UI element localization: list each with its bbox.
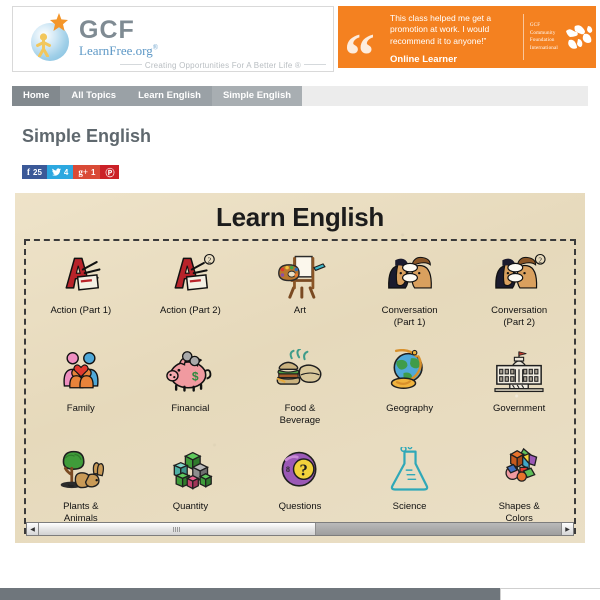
foundation-name: GCF Community Foundation International [530,22,558,52]
topic-tile-financial[interactable]: $ Financial [136,341,246,439]
scrollbar-thumb[interactable] [39,523,316,535]
promo-banner[interactable]: “ This class helped me get a promotion a… [338,6,596,68]
tile-label: Conversation (Part 1) [381,305,438,328]
share-twitter-button[interactable]: 4 [46,165,74,179]
foundation-line-4: International [529,45,558,51]
tile-label: Quantity [172,501,209,512]
shapes-colors-icon [490,443,548,499]
conversation-part2-icon: 2 [490,247,548,303]
googleplus-share-count: 1 [91,167,96,177]
government-building-icon [490,345,548,401]
topic-grid: Action (Part 1) 2 Action (Part 2) Art Co… [26,243,574,537]
facebook-share-count: 25 [33,167,42,177]
world-globe-icon [566,25,593,49]
food-beverage-icon [271,345,329,401]
card-heading: Learn English [215,202,385,232]
social-share-bar: f 25 4 g+ 1 Ⓟ [22,165,600,179]
scroll-right-arrow-icon[interactable]: ▶ [561,523,573,535]
topic-tile-conversation-part-1[interactable]: Conversation (Part 1) [355,243,465,341]
learn-english-card: Learn English Action (Part 1) 2 Action (… [15,193,585,543]
nav-item-all-topics[interactable]: All Topics [60,86,128,106]
registered-mark: ® [152,43,159,52]
tile-label: Financial [171,403,210,414]
family-icon [52,345,110,401]
tile-label: Family [66,403,95,414]
tile-label: Shapes & Colors [498,501,540,524]
gcf-logo-mark [27,13,73,61]
topic-tile-government[interactable]: Government [464,341,574,439]
piggy-bank-icon: $ [161,345,219,401]
question-ball-icon: ? 8 [271,443,329,499]
scrollbar-grip-icon [173,526,181,532]
topic-tile-art[interactable]: Art [245,243,355,341]
tile-label: Art [293,305,307,316]
logo-learnfree-text: LearnFree.org® [79,42,159,58]
page-title: Simple English [22,126,152,146]
horizontal-scrollbar[interactable]: ◀ ▶ [26,522,574,536]
tile-label: Action (Part 1) [50,305,112,316]
nav-item-learn-english[interactable]: Learn English [127,86,212,106]
logo-wordmark: GCF LearnFree.org® [79,15,159,58]
main-navigation: Home All Topics Learn English Simple Eng… [12,86,588,106]
facebook-icon: f [27,167,30,177]
topic-tile-conversation-part-2[interactable]: 2 Conversation (Part 2) [464,243,574,341]
banner-quote-text: This class helped me get a promotion at … [390,13,492,46]
art-easel-icon [271,247,329,303]
conversation-part1-icon [381,247,439,303]
tile-label: Government [493,403,546,414]
share-facebook-button[interactable]: f 25 [22,165,47,179]
topic-tile-family[interactable]: Family [26,341,136,439]
logo-container[interactable]: GCF LearnFree.org® Creating Opportunitie… [12,6,334,72]
scroll-left-arrow-icon[interactable]: ◀ [27,523,39,535]
quantity-blocks-icon [161,443,219,499]
globe-icon [381,345,439,401]
share-googleplus-button[interactable]: g+ 1 [73,165,101,179]
foundation-line-3: Foundation [529,38,555,43]
tile-label: Science [392,501,427,512]
tile-label: Food & Beverage [279,403,321,426]
svg-text:8: 8 [286,465,290,474]
nav-item-home[interactable]: Home [12,86,61,106]
banner-text-block: This class helped me get a promotion at … [390,6,517,68]
share-pinterest-button[interactable]: Ⓟ [100,165,120,179]
foundation-line-2: Community [529,30,556,36]
tile-label: Conversation (Part 2) [491,305,548,328]
gcf-logo[interactable]: GCF LearnFree.org® [27,13,158,61]
logo-gcf-text: GCF [79,15,135,44]
quote-mark-icon: “ [344,21,375,68]
topic-tile-geography[interactable]: Geography [355,341,465,439]
topic-tile-food-beverage[interactable]: Food & Beverage [245,341,355,439]
plants-animals-icon [52,443,110,499]
nav-item-simple-english[interactable]: Simple English [211,86,303,106]
footer-panel [500,588,600,600]
scrollbar-track[interactable] [39,523,561,535]
site-tagline: Creating Opportunities For A Better Life… [117,61,329,70]
person-figure-icon [36,33,51,57]
topic-tile-action-part-2[interactable]: 2 Action (Part 2) [136,243,246,341]
action-part2-icon: 2 [161,247,219,303]
pinterest-icon: Ⓟ [105,167,115,178]
svg-text:?: ? [300,461,308,480]
tile-label: Geography [386,403,434,414]
gcf-foundation-logo: GCF Community Foundation International [524,6,596,68]
svg-text:2: 2 [208,255,212,264]
tile-label: Questions [278,501,322,512]
twitter-share-count: 4 [63,167,69,177]
science-flask-icon [381,443,439,499]
banner-attribution: Online Learner [390,54,458,66]
svg-text:2: 2 [539,255,543,264]
tile-label: Plants & Animals [63,501,99,524]
googleplus-icon: g+ [78,167,88,177]
site-header: GCF LearnFree.org® Creating Opportunitie… [0,0,600,80]
foundation-line-1: GCF [529,23,541,28]
twitter-bird-icon [51,168,61,176]
tile-label: Action (Part 2) [160,305,221,316]
action-part1-icon [52,247,110,303]
topic-tile-action-part-1[interactable]: Action (Part 1) [26,243,136,341]
orange-star-bird-icon [50,13,68,31]
svg-text:$: $ [192,369,199,383]
